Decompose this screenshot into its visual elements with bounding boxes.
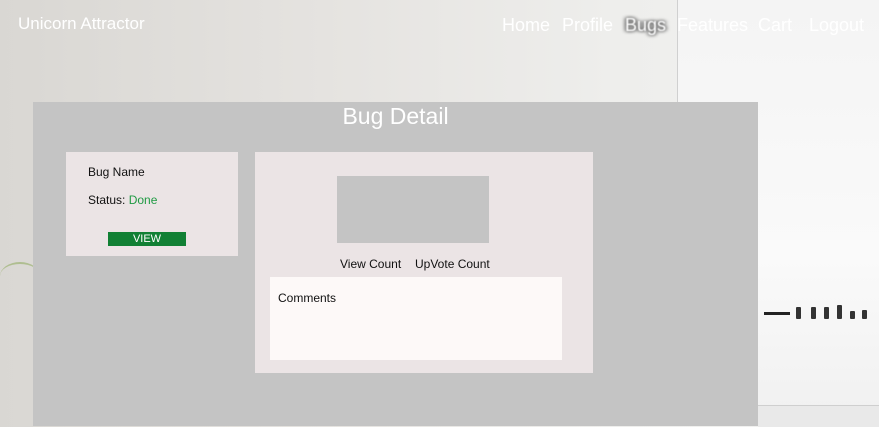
- view-button[interactable]: VIEW: [108, 232, 186, 246]
- bug-status: Status: Done: [88, 193, 157, 207]
- bug-detail-panel: Bug Detail Bug Name Status: Done VIEW Vi…: [33, 102, 758, 426]
- bug-name: Bug Name: [88, 165, 145, 179]
- nav-home[interactable]: Home: [502, 15, 550, 36]
- comments-box: Comments: [270, 277, 562, 360]
- comments-label: Comments: [278, 291, 337, 305]
- bug-info-card: Bug Name Status: Done VIEW: [66, 152, 238, 256]
- bug-detail-card: View Count UpVote Count Comments: [255, 152, 593, 373]
- view-count: View Count: [340, 257, 402, 271]
- nav-cart[interactable]: Cart: [758, 15, 792, 36]
- nav-features[interactable]: Features: [677, 15, 748, 36]
- status-label: Status:: [88, 193, 126, 207]
- upvote-count: UpVote Count: [415, 257, 490, 271]
- nav-bugs[interactable]: Bugs: [625, 15, 666, 36]
- page-title: Bug Detail: [342, 103, 449, 129]
- background-keyboard: [758, 405, 879, 427]
- nav-logout[interactable]: Logout: [809, 15, 864, 36]
- image-placeholder: [337, 176, 489, 243]
- background-ports: [764, 303, 879, 325]
- status-value: Done: [128, 193, 158, 207]
- nav-profile[interactable]: Profile: [562, 15, 613, 36]
- brand-link[interactable]: Unicorn Attractor: [18, 14, 145, 34]
